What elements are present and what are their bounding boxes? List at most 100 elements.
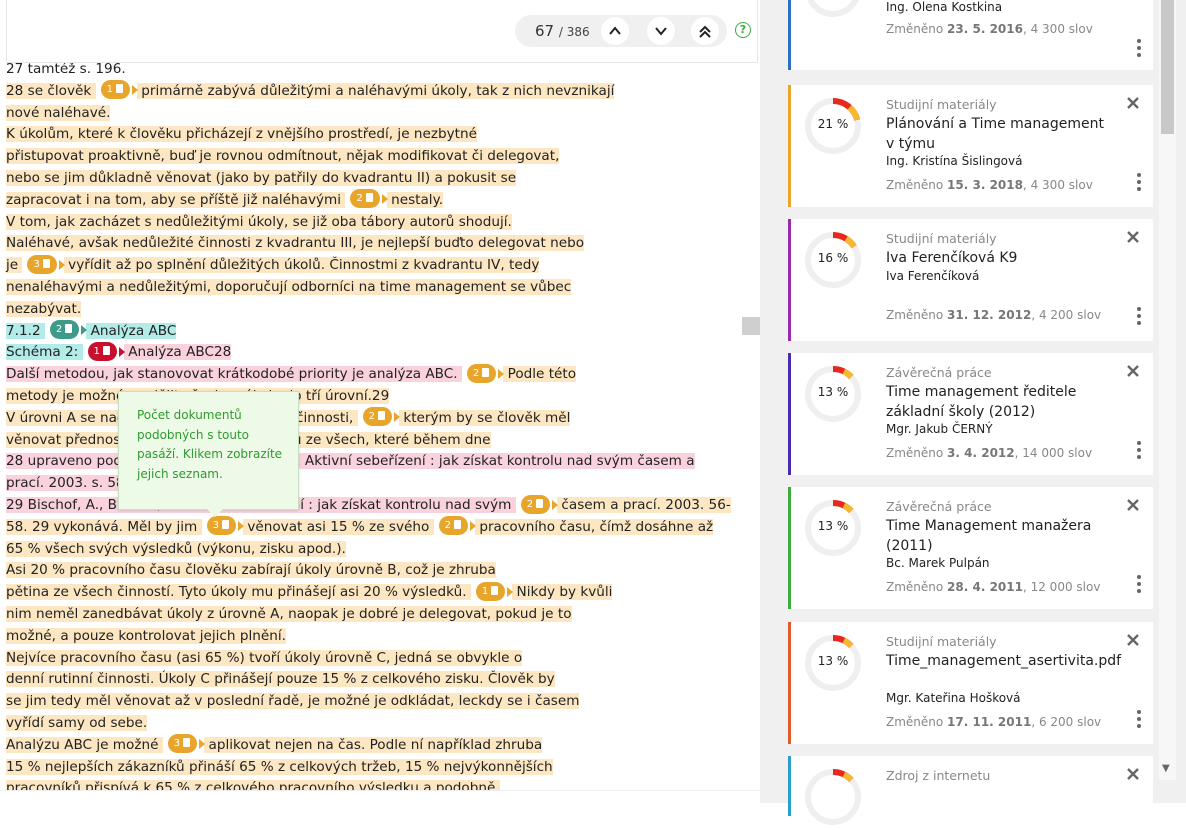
similar-docs-badge[interactable]: 2 — [438, 516, 476, 536]
changed-label: Změněno — [886, 715, 948, 729]
document-title[interactable]: Time Management manažera (2011) — [886, 517, 1111, 556]
similar-docs-badge[interactable]: 2 — [362, 407, 400, 427]
document-title[interactable]: Time_management_asertivita.pdf — [886, 652, 1121, 672]
similarity-ring: 13 % — [804, 499, 862, 557]
similar-document-card[interactable]: Ing. Olena Kostkina Změněno 23. 5. 2016, … — [788, 0, 1153, 70]
more-options-icon[interactable] — [1137, 710, 1141, 728]
document-text: 27 tamtéž s. 196. 28 se člověk 1 primárně… — [0, 63, 744, 790]
more-options-icon[interactable] — [1137, 575, 1141, 593]
close-icon[interactable] — [1127, 231, 1139, 243]
first-match-button[interactable] — [691, 17, 719, 45]
badge-count: 2 — [356, 193, 363, 205]
document-title[interactable]: Iva Ferenčíková K9 — [886, 249, 1111, 269]
similarity-ring: 16 % — [804, 231, 862, 289]
help-icon[interactable]: ? — [735, 22, 751, 38]
passage-text: kterým by se člověk měl — [399, 409, 571, 426]
document-author: Mgr. Jakub ČERNÝ — [886, 422, 993, 436]
close-icon[interactable] — [1127, 768, 1139, 780]
passage-text: věnovat asi 15 % ze svého — [243, 518, 434, 535]
close-icon[interactable] — [1127, 365, 1139, 377]
changed-label: Změněno — [886, 446, 948, 460]
similar-document-card[interactable]: 13 % Závěrečná práce Time Management manaž… — [788, 487, 1153, 609]
doc-line: se jim tedy měl věnovat až v poslední řa… — [6, 690, 580, 712]
document-meta: Změněno 28. 4. 2011, 12 000 slov — [886, 580, 1100, 594]
page-navigator: 67 / 386 — [515, 15, 727, 47]
passage-text: vyřídí samy od sebe. — [6, 715, 148, 731]
badge-count: 2 — [472, 367, 480, 379]
gauge-fill-end — [805, 769, 861, 825]
doc-line: nim neměl zanedbávat úkoly z úrovně A, n… — [6, 603, 572, 625]
similar-document-card[interactable]: 13 % Závěrečná práce Time management ředit… — [788, 353, 1153, 475]
similar-document-card[interactable]: 21 % Studijní materiály Plánování a Time m… — [788, 85, 1153, 207]
similar-document-card[interactable]: 13 % Studijní materiály Time_management_as… — [788, 622, 1153, 744]
passage-text: K úkolům, které k člověku přicházejí z v… — [6, 126, 477, 143]
more-options-icon[interactable] — [1137, 307, 1141, 325]
doc-line: prací. 2003. s. 58 — [6, 472, 125, 494]
similar-docs-badge[interactable]: 3 — [27, 254, 65, 274]
document-panel: 27 tamtéž s. 196. 28 se člověk 1 primárně… — [0, 0, 760, 803]
document-icon — [65, 324, 73, 334]
similar-docs-badge[interactable]: 1 — [100, 80, 138, 100]
close-icon[interactable] — [1127, 97, 1139, 109]
document-meta: Změněno 15. 3. 2018, 4 300 slov — [886, 178, 1093, 192]
document-icon — [365, 193, 373, 203]
previous-match-button[interactable] — [601, 17, 629, 45]
similarity-percent: 16 % — [817, 251, 849, 265]
document-author: Ing. Olena Kostkina — [886, 0, 1003, 14]
doc-line: pracovníků přispívá k 65 % z celkového p… — [6, 777, 500, 790]
similar-docs-badge[interactable]: 3 — [167, 734, 206, 754]
more-options-icon[interactable] — [1137, 441, 1141, 459]
close-icon[interactable] — [1127, 499, 1139, 511]
results-scrollbar[interactable]: ▼ — [1159, 0, 1176, 780]
similar-docs-badge[interactable]: 1 — [475, 581, 514, 601]
badge-count: 1 — [106, 84, 113, 96]
doc-line: Další metodou, jak stanovovat krátkodobé… — [6, 363, 577, 385]
passage-text: možné, a pouze kontrolovat jejich plnění… — [6, 627, 286, 644]
similar-document-card[interactable]: Zdroj z internetu — [788, 756, 1153, 825]
document-title[interactable]: Time management ředitele základní školy … — [886, 383, 1111, 422]
results-scrollbar-thumb[interactable] — [1161, 0, 1174, 134]
scroll-down-icon[interactable]: ▼ — [1162, 763, 1170, 774]
passage-text: se jim tedy měl věnovat až v poslední řa… — [6, 693, 580, 710]
word-count: , 4 200 slov — [1031, 308, 1102, 322]
document-meta: Změněno 23. 5. 2016, 4 300 slov — [886, 22, 1093, 36]
similar-docs-badge[interactable]: 2 — [350, 189, 388, 209]
passage-text: zapracovat i na tom, aby se příště již n… — [6, 191, 346, 208]
doc-line: vyřídí samy od sebe. — [6, 712, 148, 734]
next-match-button[interactable] — [647, 17, 675, 45]
more-options-icon[interactable] — [1137, 39, 1141, 57]
document-scrollbar-thumb[interactable] — [742, 317, 760, 335]
similar-docs-badge[interactable]: 2 — [466, 363, 505, 383]
similarity-ring: 13 % — [804, 365, 862, 423]
similar-docs-badge[interactable]: 3 — [206, 516, 244, 536]
close-icon[interactable] — [1127, 634, 1139, 646]
similar-docs-badge[interactable]: 2 — [49, 320, 88, 340]
passage-text: Analýza ABC28 — [123, 344, 232, 361]
changed-label: Změněno — [886, 22, 948, 36]
document-title[interactable]: Plánování a Time management v týmu — [886, 115, 1111, 154]
doc-line: V tom, jak zacházet s nedůležitými úkoly… — [6, 211, 512, 233]
document-type: Studijní materiály — [886, 97, 997, 112]
similar-docs-badge[interactable]: 1 — [87, 341, 125, 361]
passage-text: Analýza ABC — [86, 322, 177, 339]
document-scrollbar[interactable] — [742, 63, 760, 790]
badge-count: 2 — [444, 520, 451, 532]
page-counter: 67 / 386 — [535, 22, 590, 40]
doc-line: denní rutinní činnosti. Úkoly C přinášej… — [6, 668, 555, 690]
similarity-ring — [804, 0, 862, 18]
document-icon — [491, 585, 499, 595]
doc-line: 27 tamtéž s. 196. — [6, 63, 126, 80]
similar-docs-badge[interactable]: 2 — [520, 494, 559, 514]
similar-document-card[interactable]: 16 % Studijní materiály Iva Ferenčíková K9… — [788, 219, 1153, 341]
passage-text: Nejvíce pracovního času (asi 65 %) tvoří… — [6, 649, 523, 666]
arrow-icon — [238, 521, 244, 532]
changed-label: Změněno — [886, 580, 948, 594]
badge-count: 1 — [481, 585, 489, 597]
passage-text: 28 se člověk — [6, 82, 96, 99]
word-count: , 4 300 slov — [1022, 22, 1093, 36]
passage-text: Nikdy by kvůli — [512, 584, 613, 601]
doc-line: zapracovat i na tom, aby se příště již n… — [6, 189, 444, 211]
more-options-icon[interactable] — [1137, 173, 1141, 191]
similar-docs-tooltip: Počet dokumentů podobných s touto pasáží… — [118, 391, 299, 517]
horizontal-scrollbar[interactable] — [0, 790, 760, 803]
